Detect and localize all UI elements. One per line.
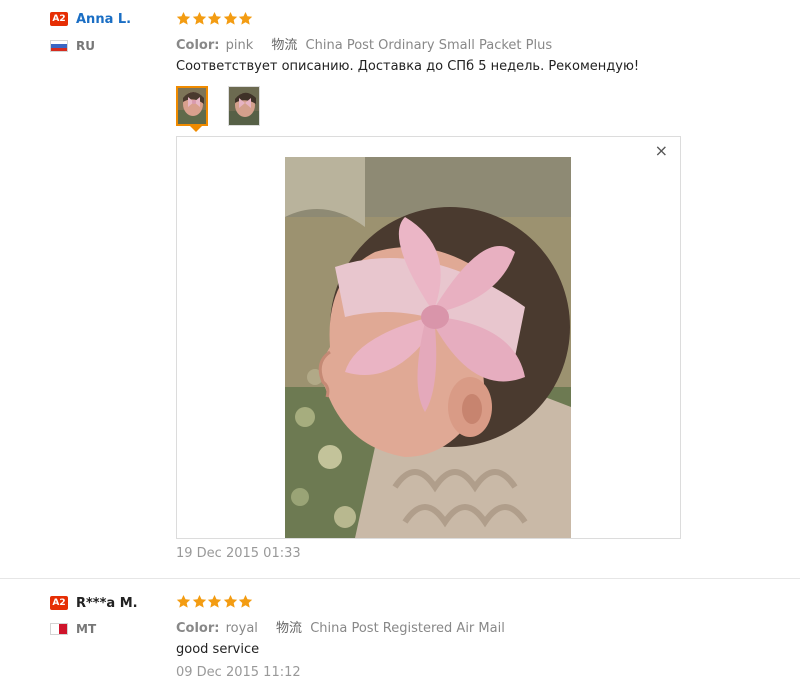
- logistics-logo: 物流: [276, 621, 303, 636]
- buyer-level-badge: A2: [50, 596, 68, 610]
- star-icon: [207, 11, 222, 26]
- baby-photo-thumbnail-image: [229, 87, 259, 125]
- shipping-method: China Post Registered Air Mail: [310, 621, 505, 636]
- buyer-level-badge: A2: [50, 12, 68, 26]
- baby-photo-thumbnail-image: [178, 88, 206, 124]
- star-rating: [176, 594, 254, 609]
- star-icon: [238, 594, 253, 609]
- review-photo-thumbnail[interactable]: [228, 86, 260, 126]
- color-value: royal: [225, 621, 258, 636]
- review-date: 09 Dec 2015 11:12: [176, 665, 301, 680]
- star-icon: [223, 11, 238, 26]
- star-icon: [176, 11, 191, 26]
- logistics-logo: 物流: [271, 38, 298, 53]
- color-label: Color:: [176, 38, 220, 53]
- close-icon[interactable]: ×: [655, 142, 668, 160]
- review-text: good service: [176, 642, 260, 657]
- reviewer-country: MT: [76, 622, 97, 636]
- star-icon: [176, 594, 191, 609]
- review-photo-thumbnail[interactable]: [176, 86, 208, 126]
- order-info: Color: pink 物流 China Post Ordinary Small…: [176, 34, 552, 53]
- star-icon: [207, 594, 222, 609]
- photo-viewer: ×: [176, 136, 681, 539]
- review-photo-large: [285, 157, 571, 538]
- star-icon: [238, 11, 253, 26]
- review-item: A2 Anna L. RU Color: pink 物流 China Post …: [0, 0, 800, 578]
- review-text: Соответствует описанию. Доставка до СПб …: [176, 59, 640, 74]
- color-value: pink: [225, 38, 254, 53]
- reviewer-name: R***a M.: [76, 596, 138, 611]
- color-label: Color:: [176, 621, 220, 636]
- star-icon: [192, 11, 207, 26]
- reviewer-country: RU: [76, 39, 95, 53]
- star-icon: [223, 594, 238, 609]
- shipping-method: China Post Ordinary Small Packet Plus: [305, 38, 553, 53]
- reviewer-name-link[interactable]: Anna L.: [76, 12, 131, 27]
- malta-flag-icon: [50, 623, 68, 635]
- star-icon: [192, 594, 207, 609]
- selected-thumbnail-indicator: [190, 126, 202, 132]
- star-rating: [176, 11, 254, 26]
- review-date: 19 Dec 2015 01:33: [176, 546, 301, 561]
- order-info: Color: royal 物流 China Post Registered Ai…: [176, 617, 505, 636]
- review-item: A2 R***a M. MT Color: royal 物流 China Pos…: [0, 578, 800, 690]
- russia-flag-icon: [50, 40, 68, 52]
